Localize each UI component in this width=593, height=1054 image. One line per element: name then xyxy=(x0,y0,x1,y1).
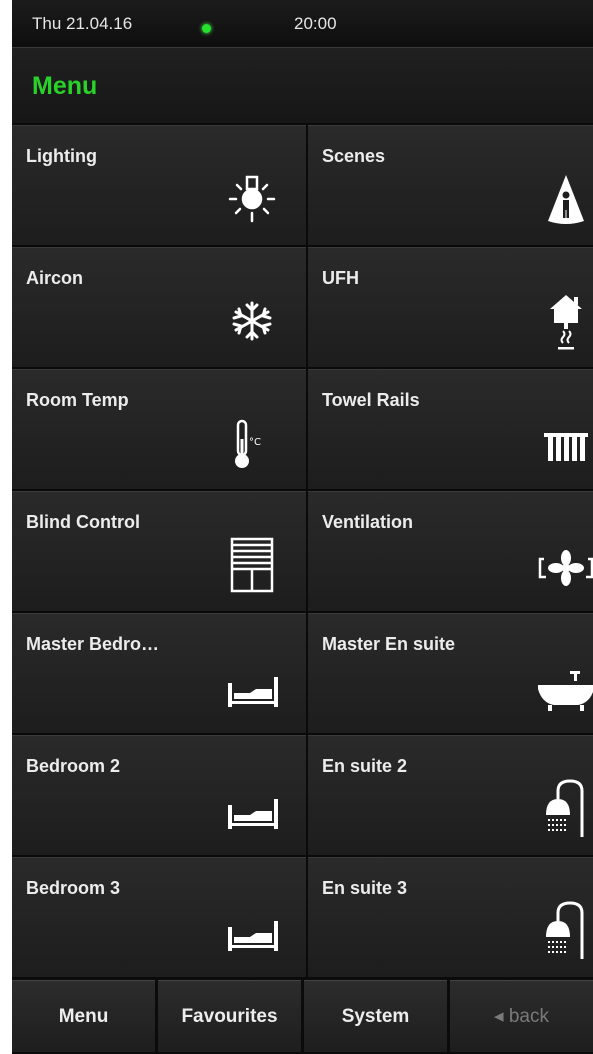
blind-icon xyxy=(220,533,284,597)
shower-icon xyxy=(534,777,593,841)
tile-label: Bedroom 2 xyxy=(26,756,121,776)
tile-label: UFH xyxy=(322,268,359,288)
tile-label: Master Bedro… xyxy=(26,634,160,654)
menu-grid: Lighting Scenes Aircon UFH Room Temp °C … xyxy=(12,125,593,978)
tile-label: En suite 3 xyxy=(322,878,408,898)
connection-indicator-icon xyxy=(202,24,211,33)
tile-blind-control[interactable]: Blind Control xyxy=(12,491,306,611)
tile-en-suite-2[interactable]: En suite 2 xyxy=(308,735,593,855)
tile-label: Bedroom 3 xyxy=(26,878,121,898)
status-bar: Thu 21.04.16 20:00 xyxy=(12,0,593,48)
status-time: 20:00 xyxy=(294,14,337,33)
title-bar: Menu xyxy=(12,48,593,125)
bottom-tab-bar: Menu Favourites System ◂ back xyxy=(12,978,593,1054)
tile-label: Towel Rails xyxy=(322,390,420,410)
tab-system[interactable]: System xyxy=(304,980,447,1052)
tile-label: Lighting xyxy=(26,146,97,166)
tile-bedroom-2[interactable]: Bedroom 2 xyxy=(12,735,306,855)
tile-master-en-suite[interactable]: Master En suite xyxy=(308,613,593,733)
light-bulb-icon xyxy=(220,167,284,231)
tile-label: Scenes xyxy=(322,146,386,166)
tile-label: En suite 2 xyxy=(322,756,408,776)
status-date: Thu 21.04.16 xyxy=(32,14,133,33)
tab-favourites[interactable]: Favourites xyxy=(158,980,301,1052)
svg-text:°C: °C xyxy=(249,437,261,448)
bathtub-icon xyxy=(534,655,593,719)
tile-label: Blind Control xyxy=(26,512,140,532)
back-button[interactable]: ◂ back xyxy=(450,980,593,1052)
tile-label: Ventilation xyxy=(322,512,414,532)
tile-label: Master En suite xyxy=(322,634,456,654)
bed-icon xyxy=(220,655,284,719)
thermometer-icon: °C xyxy=(220,411,284,475)
tile-towel-rails[interactable]: Towel Rails xyxy=(308,369,593,489)
underfloor-heating-icon xyxy=(534,289,593,353)
tile-lighting[interactable]: Lighting xyxy=(12,125,306,245)
tile-scenes[interactable]: Scenes xyxy=(308,125,593,245)
snowflake-icon xyxy=(220,289,284,353)
bed-icon xyxy=(220,899,284,963)
tile-ventilation[interactable]: Ventilation xyxy=(308,491,593,611)
tile-label: Aircon xyxy=(26,268,84,288)
page-title: Menu xyxy=(32,72,98,100)
tile-bedroom-3[interactable]: Bedroom 3 xyxy=(12,857,306,977)
tile-room-temp[interactable]: Room Temp °C xyxy=(12,369,306,489)
tile-label: Room Temp xyxy=(26,390,129,410)
bed-icon xyxy=(220,777,284,841)
tile-aircon[interactable]: Aircon xyxy=(12,247,306,367)
tile-en-suite-3[interactable]: En suite 3 xyxy=(308,857,593,977)
scene-spotlight-icon xyxy=(534,167,593,231)
tile-ufh[interactable]: UFH xyxy=(308,247,593,367)
towel-rail-icon xyxy=(534,411,593,475)
shower-icon xyxy=(534,899,593,963)
tile-master-bedroom[interactable]: Master Bedro… xyxy=(12,613,306,733)
fan-icon xyxy=(534,533,593,597)
tab-menu[interactable]: Menu xyxy=(12,980,155,1052)
